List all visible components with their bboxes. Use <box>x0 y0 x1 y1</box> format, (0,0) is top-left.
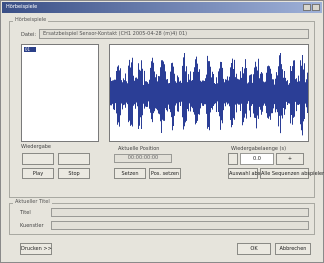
cancel-button[interactable]: Abbrechen <box>275 243 311 255</box>
position-field: 00:00:00:00 <box>114 154 172 163</box>
list-item-selected[interactable]: 01 <box>24 47 36 52</box>
loop-label: Wiedergabe <box>21 144 52 150</box>
duration-label: Wiedergabelaenge (s) <box>231 146 287 152</box>
blank-button-1[interactable] <box>22 153 54 165</box>
artist-field <box>51 221 309 230</box>
track-list[interactable]: 01 <box>21 44 99 142</box>
help-icon[interactable] <box>303 4 311 11</box>
title-label: Titel <box>20 210 31 216</box>
window-title: Hörbeispiele <box>6 4 38 10</box>
ok-button[interactable]: OK <box>237 243 271 255</box>
blank-button-2[interactable] <box>58 153 90 165</box>
group-top-label: Hörbeispiele <box>13 17 49 23</box>
plus-icon: + <box>287 156 293 162</box>
title-field <box>51 208 309 217</box>
group-bottom-label: Aktueller Titel <box>13 199 52 205</box>
waveform-path <box>110 53 308 136</box>
waveform-display[interactable] <box>109 44 309 142</box>
expand-button[interactable]: Drucken >> <box>20 243 52 255</box>
datei-field: Ersatzbeispiel Sensor-Kontakt (CH1 2005-… <box>39 29 309 39</box>
play-selection-button[interactable]: Auswahl abspielen <box>228 168 276 179</box>
stop-button[interactable]: Stop <box>58 168 90 179</box>
waveform-graphic <box>110 53 308 136</box>
position-label: Aktuelle Position <box>118 146 160 152</box>
set-position-button[interactable]: Pos. setzen <box>149 168 181 179</box>
artist-label: Kuenstler <box>20 223 44 229</box>
increment-button[interactable]: + <box>276 153 304 165</box>
set-button[interactable]: Setzen <box>114 168 146 179</box>
dialog-window: Hörbeispiele Hörbeispiele Datei: Ersatzb… <box>0 0 324 263</box>
decrement-button[interactable] <box>228 153 238 165</box>
close-icon[interactable] <box>312 4 320 11</box>
play-button[interactable]: Play <box>22 168 54 179</box>
datei-label: Datei: <box>21 32 37 38</box>
play-all-button[interactable]: Alle Sequenzen abspielen <box>260 168 324 179</box>
duration-input[interactable]: 0.0 <box>240 153 274 165</box>
title-bar: Hörbeispiele <box>2 2 322 13</box>
